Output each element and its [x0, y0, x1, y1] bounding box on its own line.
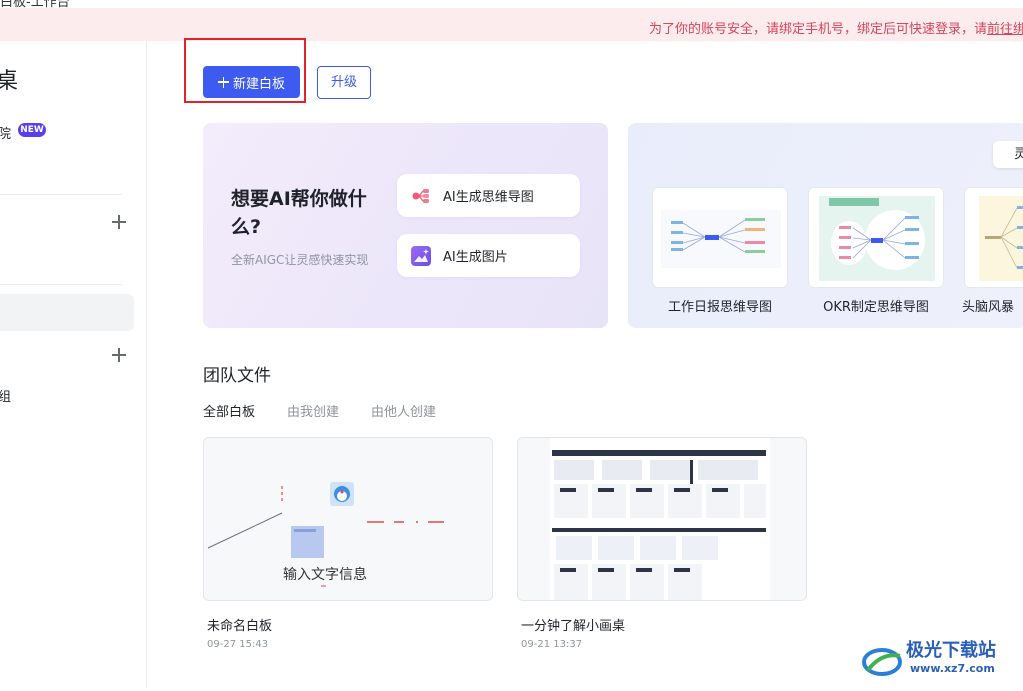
template-label: 头脑风暴: [962, 300, 1015, 315]
ai-mindmap-label: AI生成思维导图: [443, 190, 534, 205]
sidebar-divider: [0, 194, 122, 195]
bind-phone-link[interactable]: 前往绑: [987, 18, 1023, 37]
new-board-button[interactable]: 新建白板: [203, 66, 300, 98]
ai-mindmap-button[interactable]: AI生成思维导图: [397, 174, 580, 217]
sidebar-item-selected[interactable]: [0, 294, 134, 331]
ai-image-label: AI生成图片: [443, 250, 508, 265]
sidebar-heading: 桌: [0, 69, 19, 94]
file-name[interactable]: 一分钟了解小画桌: [521, 615, 625, 634]
file-time: 09-27 15:43: [207, 639, 269, 650]
template-card: 灵 工作日报思维导图 OKR制定思维导图 头脑风暴: [628, 123, 1023, 328]
tab-created-by-others[interactable]: 由他人创建: [371, 401, 436, 420]
ai-promo-card: 想要AI帮你做什么? 全新AIGC让灵感快速实现 AI生成思维导图 AI生成图片: [203, 123, 608, 328]
file-card[interactable]: 输入文字信息: [203, 437, 493, 601]
watermark-text: 极光下载站: [906, 640, 996, 661]
sidebar-item-label[interactable]: 组: [0, 386, 11, 405]
add-icon[interactable]: [112, 215, 126, 229]
security-banner: 为了你的账号安全，请绑定手机号，绑定后可快速登录，请 前往绑: [0, 8, 1023, 41]
ai-card-subtitle: 全新AIGC让灵感快速实现: [231, 253, 369, 267]
mindmap-icon: [411, 186, 431, 206]
image-icon: [411, 245, 431, 266]
add-icon[interactable]: [112, 348, 126, 362]
tab-all-boards[interactable]: 全部白板: [203, 401, 255, 420]
banner-message: 为了你的账号安全，请绑定手机号，绑定后可快速登录，请: [648, 22, 987, 37]
file-filter-tabs: 全部白板 由我创建 由他人创建: [203, 401, 436, 420]
template-thumbnail[interactable]: [964, 187, 1023, 288]
file-time: 09-21 13:37: [521, 639, 583, 650]
sidebar: 桌 院 NEW 组: [0, 41, 147, 687]
file-name[interactable]: 未命名白板: [207, 615, 272, 634]
team-files-title: 团队文件: [203, 366, 271, 386]
watermark-logo: 极光下载站 www.xz7.com: [860, 632, 1020, 687]
template-thumbnail[interactable]: [652, 187, 788, 288]
sidebar-divider: [0, 284, 122, 285]
file-preview: [550, 438, 770, 600]
tab-created-by-me[interactable]: 由我创建: [287, 401, 339, 420]
template-label: OKR制定思维导图: [823, 300, 929, 315]
window-title-bar: 白板-工作台: [0, 0, 1023, 8]
ai-image-button[interactable]: AI生成图片: [397, 234, 580, 277]
watermark-url: www.xz7.com: [910, 662, 995, 675]
upgrade-button[interactable]: 升级: [317, 66, 371, 99]
new-badge: NEW: [18, 123, 46, 137]
template-category-pill[interactable]: 灵: [993, 141, 1023, 168]
template-label: 工作日报思维导图: [667, 300, 772, 315]
new-board-label: 新建白板: [232, 76, 285, 92]
file-card[interactable]: [517, 437, 807, 601]
window-title: 白板-工作台: [0, 0, 70, 8]
preview-text: 输入文字信息: [283, 567, 367, 583]
ai-card-title: 想要AI帮你做什么?: [231, 188, 367, 238]
plus-icon: [217, 76, 229, 88]
template-thumbnail[interactable]: [808, 187, 944, 288]
sidebar-item-label[interactable]: 院: [0, 123, 11, 142]
